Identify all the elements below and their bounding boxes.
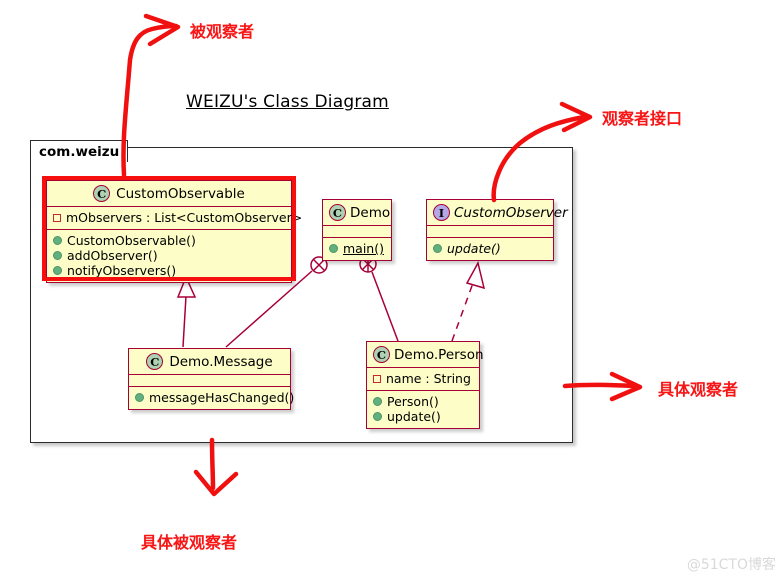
class-header-section: I CustomObserver [427,200,568,225]
method-row: messageHasChanged() [135,390,294,405]
class-box-demo-message[interactable]: C Demo.Message messageHasChanged() [128,348,294,410]
class-box-custom-observer[interactable]: I CustomObserver update() [426,199,568,261]
class-fields-section: name : String [367,367,479,390]
method-label: update() [387,409,441,424]
annotation-label-concrete-observable: 具体被观察者 [141,533,238,552]
class-methods-section: Person() update() [367,390,479,428]
public-method-icon [373,397,382,406]
class-header-section: C Demo.Message [129,349,290,374]
class-fields-section: mObservers : List<CustomObserver> [47,206,302,229]
class-header-section: C CustomObservable [47,181,291,206]
diagram-canvas: WEIZU's Class Diagram com.weizu C Custom… [0,0,784,580]
field-label: name : String [386,371,471,386]
method-label: main() [343,241,384,256]
public-method-icon [373,412,382,421]
class-header-section: C Demo.Person [367,342,484,367]
annotation-label-observer-interface: 观察者接口 [602,109,683,128]
class-name: Demo.Person [394,346,484,363]
public-method-icon [135,393,144,402]
class-box-demo[interactable]: C Demo main() [322,199,392,261]
public-method-icon [53,236,62,245]
method-label: notifyObservers() [67,263,177,278]
class-name: Demo.Message [169,353,273,370]
class-box-demo-person[interactable]: C Demo.Person name : String Person() upd… [366,341,484,429]
annotation-arrow-concrete-observer [562,382,637,389]
class-badge-icon: C [373,346,390,363]
class-fields-section [129,374,290,386]
method-label: addObserver() [67,248,158,263]
class-name: CustomObservable [116,185,245,202]
class-badge-icon: C [329,204,346,221]
public-method-icon [53,266,62,275]
method-row: update() [433,241,546,256]
class-methods-section: CustomObservable() addObserver() notifyO… [47,229,291,282]
class-badge-icon: C [93,185,111,202]
public-method-icon [433,244,442,253]
class-methods-section: update() [427,237,553,260]
method-label: CustomObservable() [67,233,196,248]
field-row: name : String [373,371,472,386]
method-label: update() [447,241,501,256]
private-field-icon [53,213,61,222]
interface-badge-icon: I [433,204,450,221]
field-row: mObservers : List<CustomObserver> [53,210,302,225]
watermark: @51CTO博客 [686,557,776,573]
field-label: mObservers : List<CustomObserver> [66,210,303,225]
annotation-arrow-concrete-observable [209,437,216,491]
page-title: WEIZU's Class Diagram [186,92,389,112]
public-method-icon [329,244,338,253]
method-row: CustomObservable() [53,233,284,248]
method-row: Person() [373,394,472,409]
method-label: messageHasChanged() [149,390,295,405]
class-header-section: C Demo [323,200,391,225]
annotation-label-observable: 被观察者 [190,22,255,41]
annotation-label-concrete-observer: 具体观察者 [658,380,739,399]
method-row: addObserver() [53,248,284,263]
private-field-icon [373,374,381,383]
class-badge-icon: C [146,353,164,370]
class-methods-section: main() [323,237,391,260]
method-row: update() [373,409,472,424]
class-fields-section [323,225,391,237]
package-label: com.weizu [30,140,129,162]
class-name: Demo [350,204,391,221]
class-methods-section: messageHasChanged() [129,386,294,409]
method-row: main() [329,241,384,256]
method-label: Person() [387,394,439,409]
class-fields-section [427,225,553,237]
method-row: notifyObservers() [53,263,284,278]
class-name: CustomObserver [454,204,568,221]
class-box-custom-observable[interactable]: C CustomObservable mObservers : List<Cus… [46,180,302,283]
public-method-icon [53,251,62,260]
